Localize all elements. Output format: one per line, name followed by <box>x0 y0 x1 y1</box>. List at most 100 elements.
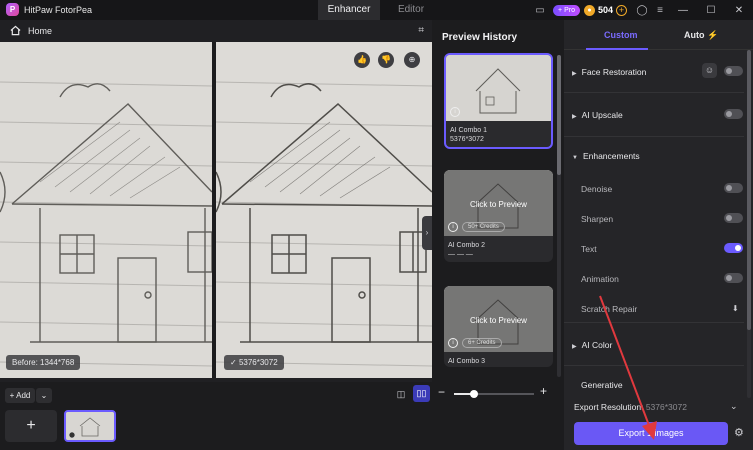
history-card-3-preview-text[interactable]: Click to Preview <box>444 316 553 325</box>
ai-color-label: AI Color <box>581 340 613 350</box>
settings-panel: Custom Auto ⚡ ▶ Face Restoration ☺ ▶ AI Up… <box>564 20 753 450</box>
house-sketch-before <box>0 42 212 378</box>
section-ai-upscale[interactable]: ▶ AI Upscale <box>572 110 623 120</box>
enhancements-label: Enhancements <box>582 151 640 161</box>
face-icon[interactable]: ☺ <box>702 63 717 78</box>
history-card-2-image: Click to Preview i 50+ Credits <box>444 170 553 236</box>
tab-custom[interactable]: Custom <box>604 30 638 40</box>
home-label[interactable]: Home <box>28 26 52 36</box>
after-resolution-text: 5376*3072 <box>238 358 278 367</box>
download-icon[interactable]: ⬇ <box>732 304 739 313</box>
ai-upscale-toggle[interactable] <box>724 109 743 119</box>
chevron-down-icon[interactable]: ⌄ <box>730 401 738 412</box>
zoom-slider-handle[interactable] <box>470 390 478 398</box>
divider <box>564 365 744 366</box>
add-image-tile[interactable]: + <box>5 410 57 442</box>
history-card-1-thumbnail <box>446 55 551 121</box>
credits-count: 504 <box>597 5 613 15</box>
history-card-2-credits: 50+ Credits <box>462 222 505 232</box>
history-card-2-info-icon[interactable]: i <box>448 222 458 232</box>
face-restoration-toggle[interactable] <box>724 66 743 76</box>
after-resolution-tag: ✓ 5376*3072 <box>224 355 284 370</box>
history-card-1-resolution: 5376*3072 <box>450 136 484 143</box>
sharpen-toggle[interactable] <box>724 213 743 223</box>
history-card-3-name: AI Combo 3 <box>448 358 485 365</box>
section-face-restoration[interactable]: ▶ Face Restoration <box>572 67 646 77</box>
history-card-1[interactable]: i AI Combo 1 5376*3072 <box>444 53 553 149</box>
text-label: Text <box>581 244 597 254</box>
history-card-2-preview-text[interactable]: Click to Preview <box>444 200 553 209</box>
account-icon[interactable]: ◯ <box>633 0 651 20</box>
settings-scroll-thumb[interactable] <box>747 50 751 330</box>
before-image: Before: 1344*768 <box>0 42 212 378</box>
history-card-1-image: i <box>446 55 551 121</box>
title-bar-actions: ▭ + Pro ● 504 + ◯ ≡ — ☐ ✕ <box>531 0 753 20</box>
animation-toggle[interactable] <box>724 273 743 283</box>
history-card-3-info-icon[interactable]: i <box>448 338 458 348</box>
compare-view-icon[interactable]: ◫ <box>394 387 408 401</box>
tab-editor[interactable]: Editor <box>380 0 442 20</box>
title-bar: P HitPaw FotorPea Enhancer Editor ▭ + Pr… <box>0 0 753 20</box>
history-card-1-info-icon[interactable]: i <box>450 107 460 117</box>
coin-icon: ● <box>583 4 595 16</box>
split-view-icon[interactable]: ▯▯ <box>413 385 430 402</box>
section-ai-color[interactable]: ▶ AI Color <box>572 340 612 350</box>
denoise-toggle[interactable] <box>724 183 743 193</box>
tab-auto-label: Auto <box>684 30 705 40</box>
history-scrollbar[interactable] <box>557 55 561 377</box>
thumbnail-image <box>66 412 114 440</box>
minimize-icon[interactable]: — <box>669 0 697 20</box>
history-card-2[interactable]: Click to Preview i 50+ Credits AI Combo … <box>444 170 553 262</box>
pro-badge[interactable]: + Pro <box>553 4 580 16</box>
caret-down-icon: ▼ <box>572 155 578 161</box>
sharpen-label: Sharpen <box>581 214 614 224</box>
export-resolution-label: Export Resolution: <box>574 402 644 412</box>
denoise-label: Denoise <box>581 184 613 194</box>
crop-icon[interactable]: ⌗ <box>418 25 424 36</box>
tab-auto[interactable]: Auto ⚡ <box>684 30 718 41</box>
main-tabs: Enhancer Editor <box>318 0 442 20</box>
close-icon[interactable]: ✕ <box>725 0 753 20</box>
maximize-icon[interactable]: ☐ <box>697 0 725 20</box>
home-icon[interactable] <box>10 25 21 36</box>
before-resolution-tag: Before: 1344*768 <box>6 355 81 370</box>
section-generative[interactable]: Generative <box>581 380 623 390</box>
zoom-out-icon[interactable]: − <box>438 385 445 399</box>
divider <box>564 136 744 137</box>
tab-enhancer[interactable]: Enhancer <box>318 0 380 20</box>
house-sketch-after <box>216 42 432 378</box>
ai-upscale-label: AI Upscale <box>581 110 623 120</box>
settings-scrollbar[interactable] <box>747 50 751 398</box>
menu-icon[interactable]: ≡ <box>651 0 669 20</box>
zoom-slider[interactable] <box>454 390 534 398</box>
add-button[interactable]: + Add <box>5 388 35 403</box>
history-card-3-credits: 6+ Credits <box>462 338 502 348</box>
lightning-icon: ⚡ <box>707 30 719 40</box>
caret-right-icon: ▶ <box>572 71 577 77</box>
after-image: 👍 👎 ⊕ ✓ 5376*3072 <box>216 42 432 378</box>
history-scroll-thumb[interactable] <box>557 55 561 175</box>
text-toggle[interactable] <box>724 243 743 253</box>
add-dropdown-icon[interactable]: ⌄ <box>36 388 52 403</box>
add-credits-icon[interactable]: + <box>616 4 627 16</box>
caret-right-icon: ▶ <box>572 344 577 350</box>
preview-history-title: Preview History <box>442 32 518 43</box>
history-card-3[interactable]: Click to Preview i 6+ Credits AI Combo 3 <box>444 286 553 367</box>
export-button[interactable]: Export 1 images <box>574 422 728 445</box>
zoom-in-button-icon[interactable]: + <box>540 384 547 398</box>
zoom-in-icon[interactable]: ⊕ <box>404 52 420 68</box>
export-resolution-value: 5376*3072 <box>645 402 687 412</box>
history-card-2-name: AI Combo 2 <box>448 242 485 249</box>
app-title: HitPaw FotorPea <box>24 5 93 15</box>
section-enhancements[interactable]: ▼ Enhancements <box>572 151 640 161</box>
image-canvas: Before: 1344*768 👍 👎 ⊕ ✓ 5376*3072 › <box>0 42 432 378</box>
image-thumbnail[interactable] <box>64 410 116 442</box>
feedback-icon[interactable]: ▭ <box>531 0 549 20</box>
thumbs-up-icon[interactable]: 👍 <box>354 52 370 68</box>
thumbs-down-icon[interactable]: 👎 <box>378 52 394 68</box>
caret-right-icon: ▶ <box>572 114 577 120</box>
editor-area: Home ⌗ Before: 1344*768 👍 👎 ⊕ ✓ 5376*307… <box>0 20 432 382</box>
expand-panel-icon[interactable]: › <box>422 216 432 250</box>
gear-icon[interactable]: ⚙ <box>734 426 744 439</box>
app-logo-icon: P <box>6 3 19 16</box>
